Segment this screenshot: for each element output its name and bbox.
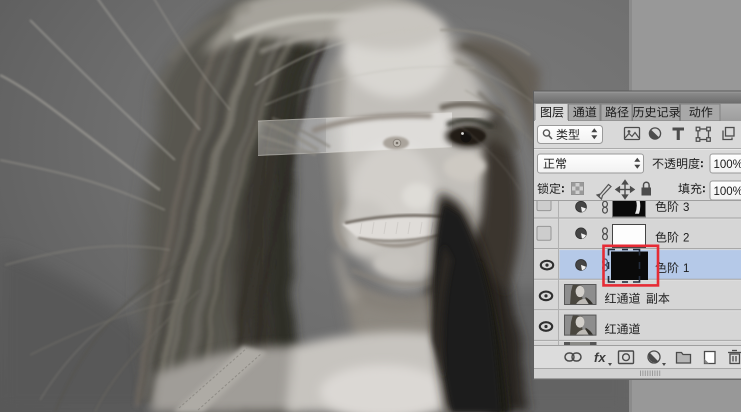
svg-text:3: 3 (683, 202, 689, 214)
svg-text:100%: 100% (714, 186, 741, 198)
svg-text:1: 1 (683, 263, 689, 275)
svg-text:2: 2 (683, 233, 689, 245)
svg-text:fx: fx (594, 350, 606, 365)
svg-text:100%: 100% (714, 159, 741, 171)
